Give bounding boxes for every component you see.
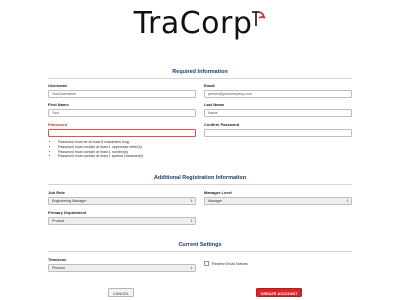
timezone-value: Phoenix: [52, 266, 65, 270]
password-rules-list: Password must be at least 8 characters l…: [58, 140, 143, 159]
current-section-title: Current Settings: [178, 242, 222, 248]
confirm-password-input[interactable]: [204, 129, 352, 137]
username-input[interactable]: YourUsername: [48, 90, 196, 98]
password-label: Password: [48, 122, 67, 127]
receive-email-checkbox[interactable]: [204, 261, 209, 266]
brand-name: TraCorp: [133, 6, 253, 41]
last-name-field: Last Name Name: [204, 102, 352, 117]
primary-department-label: Primary Department: [48, 210, 87, 215]
timezone-label: Timezone: [48, 257, 67, 262]
email-label: Email: [204, 83, 215, 88]
create-account-button[interactable]: CREATE ACCOUNT: [256, 288, 302, 297]
primary-department-select[interactable]: Product ⇕: [48, 217, 196, 225]
section-divider: [48, 251, 352, 252]
timezone-select[interactable]: Phoenix ⇕: [48, 264, 196, 272]
manager-level-value: Manager: [208, 199, 223, 203]
username-field: Username YourUsername: [48, 83, 196, 98]
section-divider: [48, 78, 352, 79]
password-field: Password: [48, 122, 196, 137]
last-name-input[interactable]: Name: [204, 109, 352, 117]
receive-email-label: Receive Email Notices: [212, 261, 248, 266]
first-name-label: First Name: [48, 102, 69, 107]
section-divider: [48, 184, 352, 185]
email-field: Email person@yourcompany.com: [204, 83, 352, 98]
manager-level-label: Manager Level: [204, 190, 232, 195]
cancel-button[interactable]: CANCEL: [108, 288, 134, 297]
last-name-label: Last Name: [204, 102, 225, 107]
confirm-password-field: Confirm Password: [204, 122, 352, 137]
select-arrows-icon: ⇕: [345, 199, 349, 203]
select-arrows-icon: ⇕: [189, 266, 193, 270]
job-role-select[interactable]: Engineering Manager ⇕: [48, 197, 196, 205]
first-name-field: First Name Your: [48, 102, 196, 117]
primary-department-value: Product: [52, 219, 65, 223]
job-role-value: Engineering Manager: [52, 199, 87, 203]
required-section-title: Required Information: [172, 69, 228, 75]
password-input[interactable]: [48, 129, 196, 137]
brand-mark-icon: [252, 11, 266, 26]
password-rule: Password must contain at least 1 special…: [58, 154, 143, 159]
job-role-field: Job Role Engineering Manager ⇕: [48, 190, 196, 205]
manager-level-field: Manager Level Manager ⇕: [204, 190, 352, 205]
timezone-field: Timezone Phoenix ⇕: [48, 257, 196, 272]
job-role-label: Job Role: [48, 190, 65, 195]
brand-logo: TraCorp: [0, 4, 400, 44]
username-label: Username: [48, 83, 68, 88]
manager-level-select[interactable]: Manager ⇕: [204, 197, 352, 205]
confirm-password-label: Confirm Password: [204, 122, 240, 127]
select-arrows-icon: ⇕: [189, 199, 193, 203]
first-name-input[interactable]: Your: [48, 109, 196, 117]
primary-department-field: Primary Department Product ⇕: [48, 210, 196, 225]
email-input[interactable]: person@yourcompany.com: [204, 90, 352, 98]
receive-email-option: Receive Email Notices: [204, 261, 248, 266]
select-arrows-icon: ⇕: [189, 219, 193, 223]
password-rule: Password must contain at least 1 upperca…: [58, 145, 143, 150]
additional-section-title: Additional Registration Information: [153, 175, 247, 181]
